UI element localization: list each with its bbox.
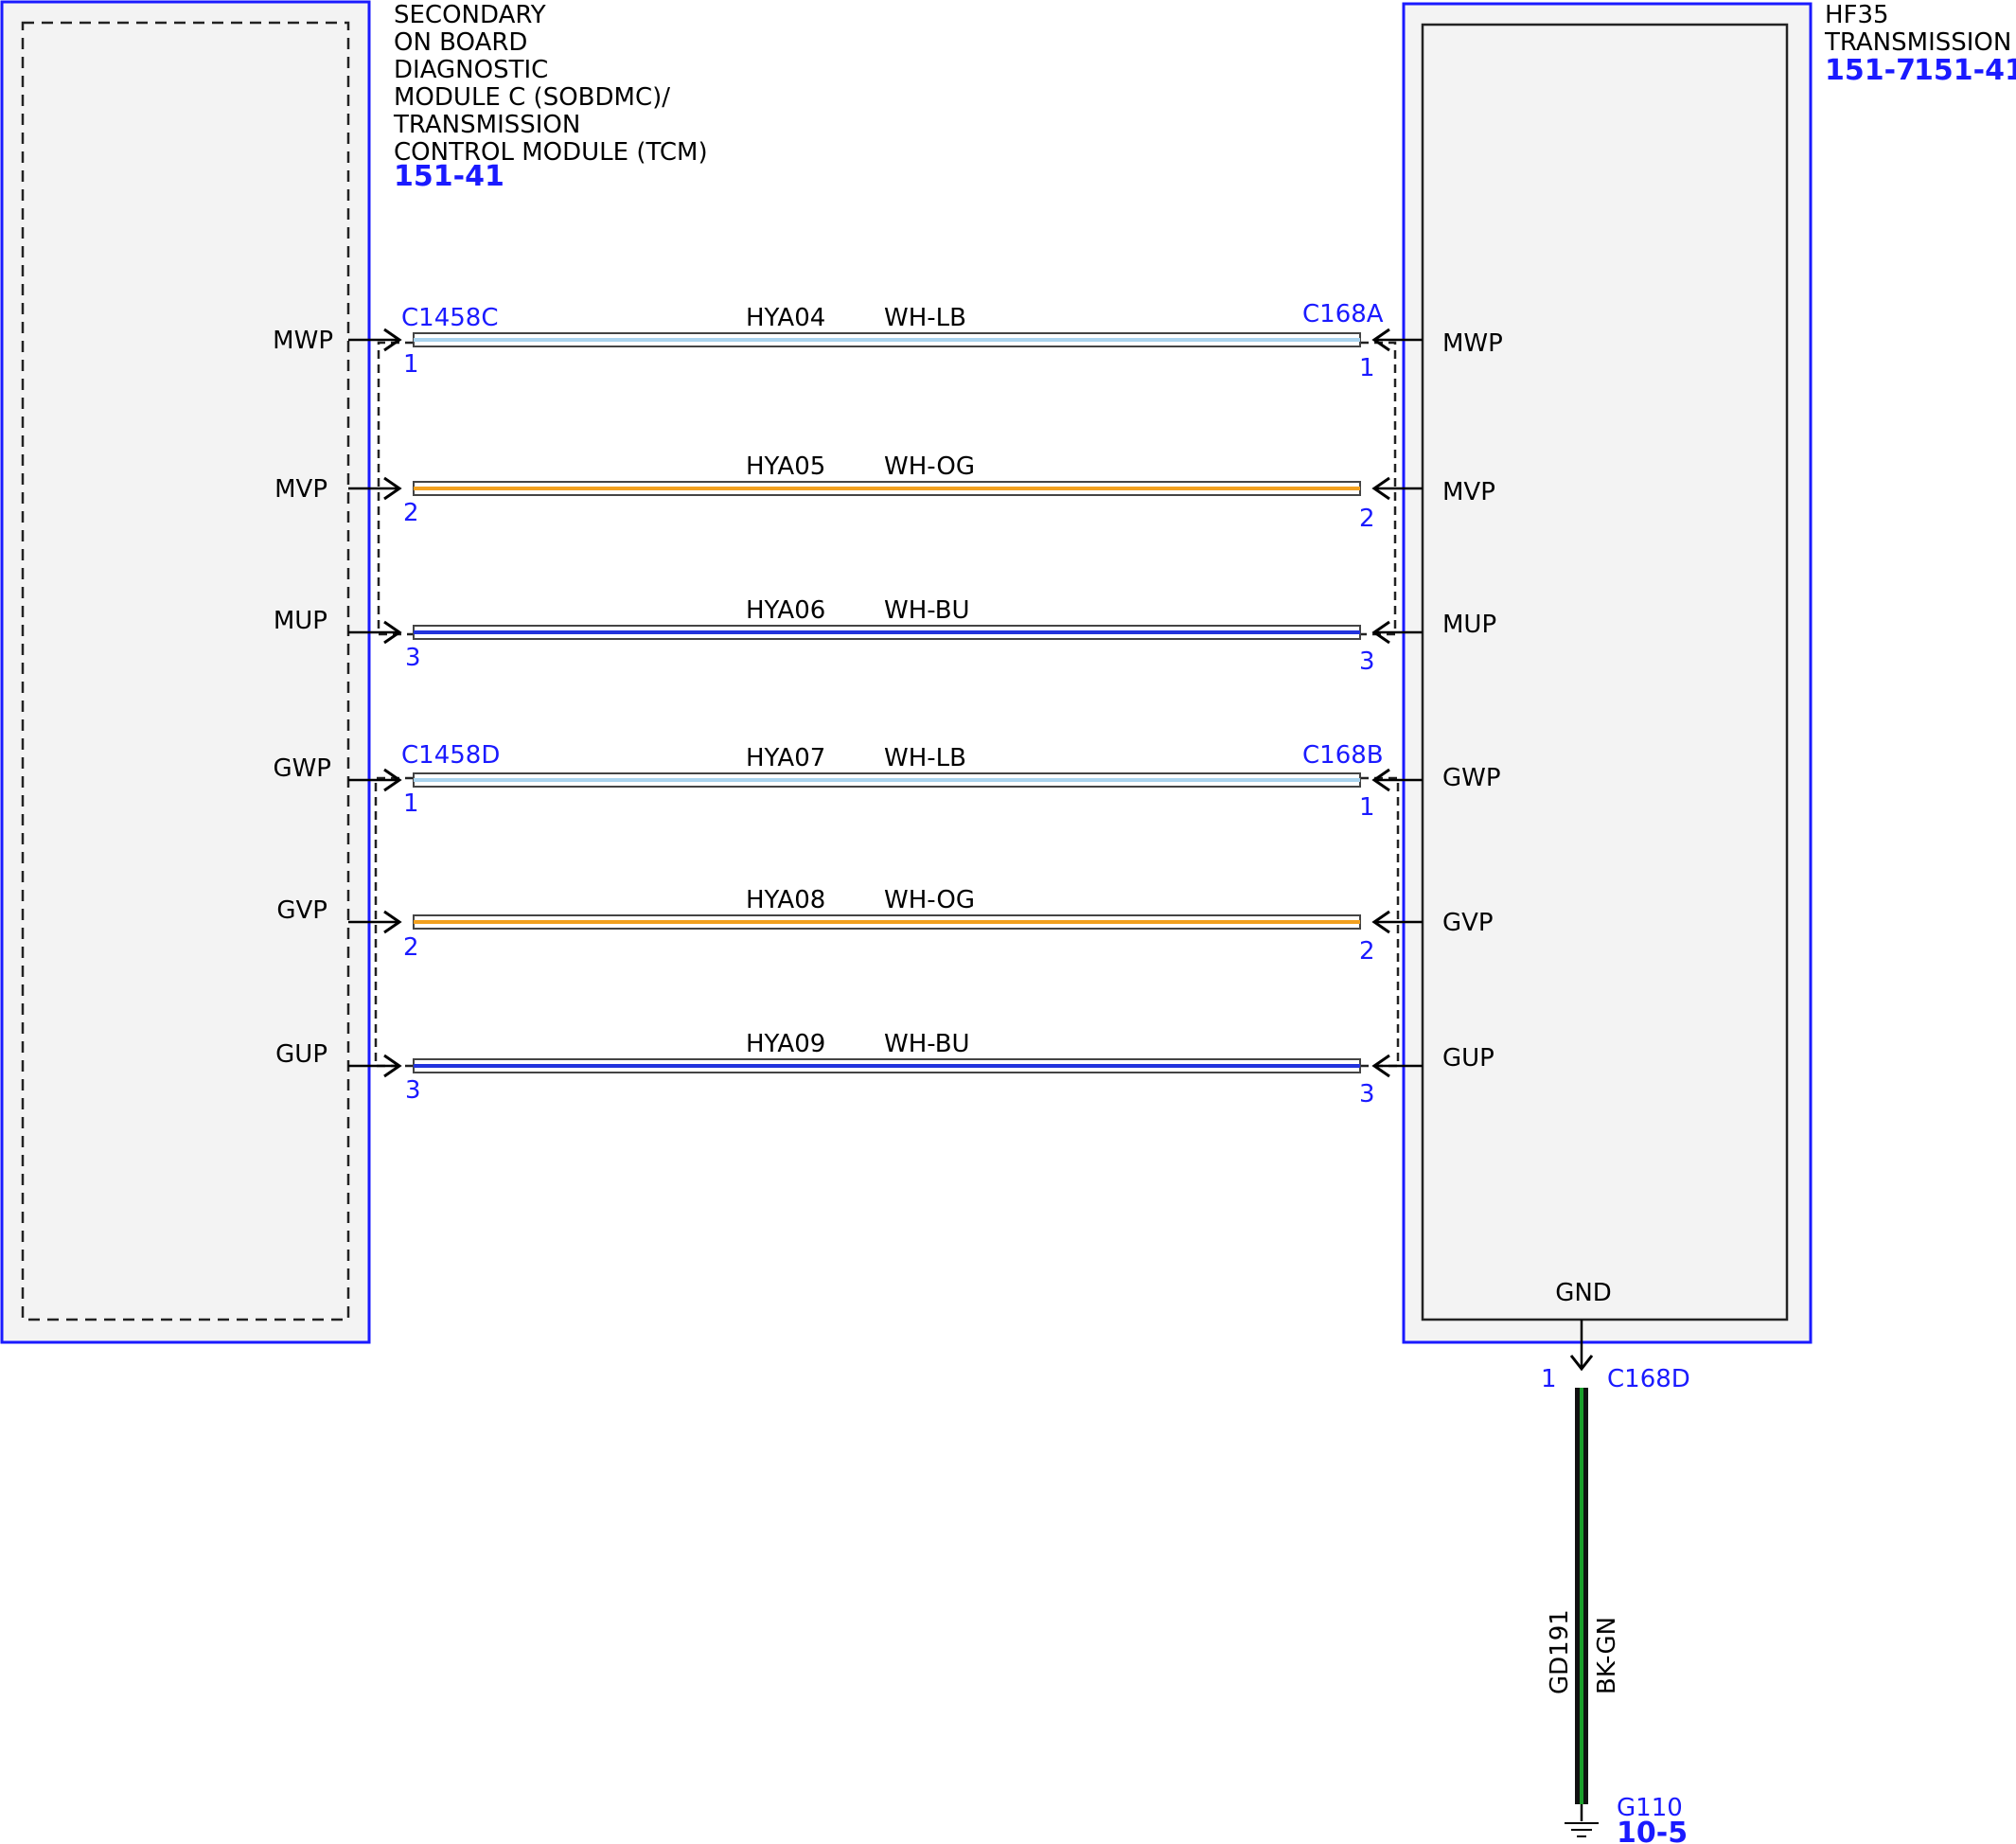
left-title-line: DIAGNOSTIC <box>394 56 548 84</box>
wire-row: MVP HYA05 WH-OG 2 2 MVP <box>274 452 1495 533</box>
connector-outlines <box>374 341 1400 1068</box>
right-module-ref[interactable]: 151-41 <box>1914 54 2016 87</box>
right-signal-label: GUP <box>1442 1044 1494 1073</box>
wiring-diagram: SECONDARY ON BOARD DIAGNOSTIC MODULE C (… <box>0 0 2016 1844</box>
wire-color-label: WH-LB <box>884 304 966 332</box>
left-signal-label: MWP <box>273 327 333 355</box>
wire-color-label: WH-BU <box>884 596 970 625</box>
wire-circuit-label: HYA07 <box>746 744 825 772</box>
right-signal-label: GVP <box>1442 909 1494 937</box>
right-module-title-line: TRANSMISSION <box>1824 28 2011 57</box>
left-module-ref[interactable]: 151-41 <box>394 160 504 193</box>
left-title-line: MODULE C (SOBDMC)/ <box>394 83 670 112</box>
wire-circuit-label: HYA08 <box>746 886 825 914</box>
wire-stripe <box>414 338 1360 342</box>
wire-stripe <box>414 630 1360 634</box>
ground-ref[interactable]: 10-5 <box>1617 1817 1688 1844</box>
left-module: SECONDARY ON BOARD DIAGNOSTIC MODULE C (… <box>0 0 708 1344</box>
left-pin-number: 1 <box>403 350 419 379</box>
gnd-pin-label: GND <box>1555 1279 1612 1307</box>
right-signal-label: MWP <box>1442 329 1503 358</box>
ground-wire-stripe <box>1580 1388 1583 1804</box>
wire-row: GVP HYA08 WH-OG 2 2 GVP <box>276 886 1493 966</box>
left-signal-label: MVP <box>274 475 327 504</box>
left-pin-number: 3 <box>405 1076 421 1105</box>
ground-circuit-label: GD191 <box>1546 1609 1574 1694</box>
left-pin-number: 1 <box>403 789 419 818</box>
wire-circuit-label: HYA06 <box>746 596 825 625</box>
right-pin-number: 3 <box>1359 1080 1375 1108</box>
wire-color-label: WH-LB <box>884 744 966 772</box>
wire-color-label: WH-OG <box>884 886 975 914</box>
wire-color-label: WH-OG <box>884 452 975 481</box>
connector-c168d-label[interactable]: C168D <box>1607 1365 1690 1393</box>
wire-row: GUP HYA09 WH-BU 3 3 GUP <box>275 1030 1494 1108</box>
ground-pin-number: 1 <box>1541 1365 1557 1393</box>
left-signal-label: GVP <box>276 896 327 925</box>
connector-c168a-label[interactable]: C168A <box>1302 300 1384 328</box>
right-module-inner-box <box>1421 23 1789 1321</box>
wire-circuit-label: HYA04 <box>746 304 825 332</box>
right-pin-number: 3 <box>1359 647 1375 676</box>
right-signal-label: MVP <box>1442 478 1495 506</box>
left-pin-number: 2 <box>403 499 419 527</box>
right-module-ref[interactable]: 151-7 <box>1825 54 1916 87</box>
left-module-frame <box>0 0 371 1344</box>
right-pin-number: 1 <box>1359 793 1375 822</box>
wire-circuit-label: HYA09 <box>746 1030 825 1058</box>
right-pin-number: 2 <box>1359 937 1375 966</box>
right-module: HF35 TRANSMISSION 151-7 151-41 GND <box>1402 1 2016 1344</box>
right-pin-number: 2 <box>1359 505 1375 533</box>
left-module-title: SECONDARY ON BOARD DIAGNOSTIC MODULE C (… <box>393 1 708 167</box>
connector-c1458d-label[interactable]: C1458D <box>401 741 500 770</box>
wire-stripe <box>414 487 1360 490</box>
connector-c1458c-label[interactable]: C1458C <box>401 304 498 332</box>
wire-row: MUP HYA06 WH-BU 3 3 MUP <box>274 596 1496 676</box>
left-title-line: TRANSMISSION <box>393 111 580 139</box>
wire-stripe <box>414 920 1360 924</box>
connector-c168b-label[interactable]: C168B <box>1302 741 1384 770</box>
wire-stripe <box>414 1064 1360 1068</box>
wire-color-label: WH-BU <box>884 1030 970 1058</box>
right-module-title-line: HF35 <box>1825 1 1889 29</box>
right-pin-number: 1 <box>1359 354 1375 382</box>
ground-color-label: BK-GN <box>1593 1617 1621 1694</box>
left-pin-number: 3 <box>405 644 421 672</box>
right-signal-label: GWP <box>1442 764 1501 792</box>
wire-stripe <box>414 778 1360 782</box>
left-signal-label: GUP <box>275 1040 327 1069</box>
left-pin-number: 2 <box>403 933 419 962</box>
left-title-line: ON BOARD <box>394 28 527 57</box>
wire-circuit-label: HYA05 <box>746 452 825 481</box>
right-signal-label: MUP <box>1442 611 1496 639</box>
ground-circuit: 1 C168D GD191 BK-GN G110 10-5 <box>1541 1320 1690 1844</box>
left-title-line: SECONDARY <box>394 1 546 29</box>
left-signal-label: MUP <box>274 607 327 635</box>
left-signal-label: GWP <box>273 754 331 783</box>
